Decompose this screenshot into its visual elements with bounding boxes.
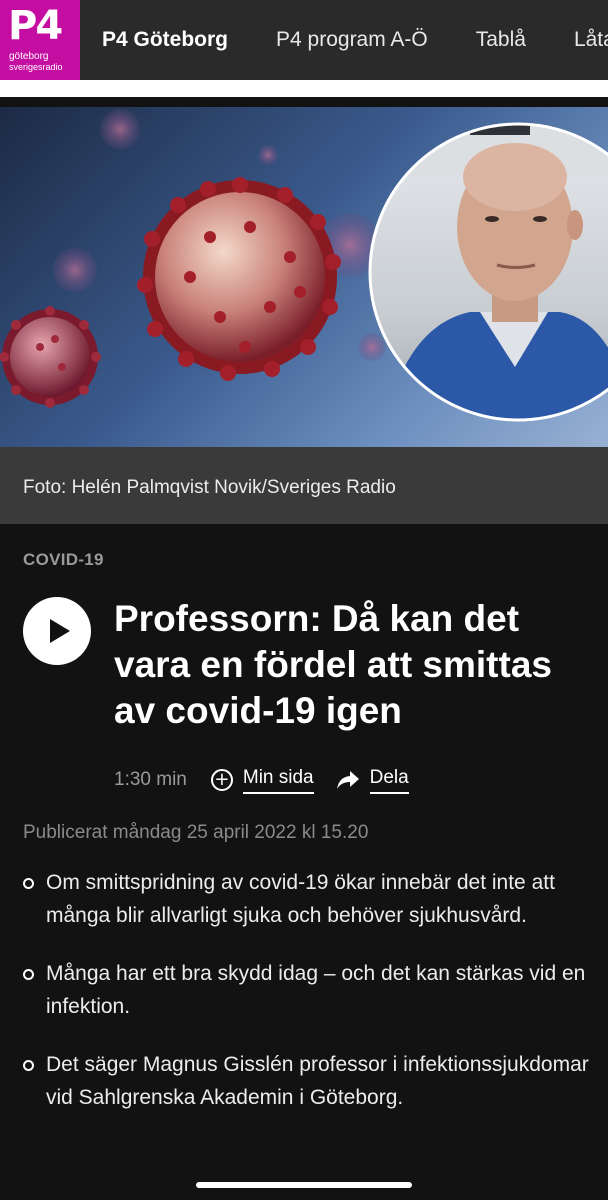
list-item: Om smittspridning av covid-19 ökar inneb…	[23, 866, 593, 932]
play-icon	[49, 619, 70, 643]
article-meta: 1:30 min + Min sida Dela	[114, 764, 409, 796]
logo-text: P4	[8, 3, 63, 49]
p4-goteborg-logo[interactable]: P4 göteborg sverigesradio	[0, 0, 80, 80]
play-button[interactable]	[23, 597, 91, 665]
audio-duration: 1:30 min	[114, 769, 187, 790]
list-item-text: Om smittspridning av covid-19 ökar inneb…	[46, 871, 555, 927]
bullet-circle-icon	[23, 969, 34, 980]
logo-subtitle: göteborg	[9, 51, 49, 62]
list-item-text: Det säger Magnus Gisslén professor i inf…	[46, 1053, 589, 1109]
bullet-circle-icon	[23, 1060, 34, 1071]
hero-image	[0, 107, 608, 447]
nav-item-latar[interactable]: Låtar	[574, 28, 608, 52]
nav-item-program-a-o[interactable]: P4 program A-Ö	[276, 28, 428, 52]
nav-item-tabla[interactable]: Tablå	[476, 28, 526, 52]
virus-small-graphic	[0, 306, 101, 408]
list-item-text: Många har ett bra skydd idag – och det k…	[46, 962, 586, 1018]
publish-date: Publicerat måndag 25 april 2022 kl 15.20	[23, 822, 369, 843]
article-category[interactable]: COVID-19	[23, 550, 104, 570]
portrait-photo	[370, 124, 608, 420]
share-link[interactable]: Dela	[369, 767, 409, 794]
main-nav: P4 Göteborg P4 program A-Ö Tablå Låtar	[80, 0, 608, 80]
virus-large-graphic	[137, 177, 341, 381]
home-indicator[interactable]	[196, 1182, 412, 1188]
article-headline: Professorn: Då kan det vara en fördel at…	[114, 598, 552, 731]
summary-list: Om smittspridning av covid-19 ökar inneb…	[23, 866, 593, 1139]
my-page-link[interactable]: Min sida	[242, 767, 314, 794]
top-navigation: P4 göteborg sverigesradio P4 Göteborg P4…	[0, 0, 608, 97]
list-item: Det säger Magnus Gisslén professor i inf…	[23, 1048, 593, 1114]
logo-subtitle-brand: sverigesradio	[9, 62, 63, 72]
nav-divider	[0, 80, 608, 97]
share-arrow-icon[interactable]	[336, 769, 360, 791]
bullet-circle-icon	[23, 878, 34, 889]
add-circle-icon[interactable]: +	[210, 769, 233, 791]
nav-item-p4-goteborg[interactable]: P4 Göteborg	[102, 28, 228, 52]
list-item: Många har ett bra skydd idag – och det k…	[23, 957, 593, 1023]
photo-caption: Foto: Helén Palmqvist Novik/Sveriges Rad…	[0, 447, 608, 524]
hero-illustration	[0, 109, 608, 422]
